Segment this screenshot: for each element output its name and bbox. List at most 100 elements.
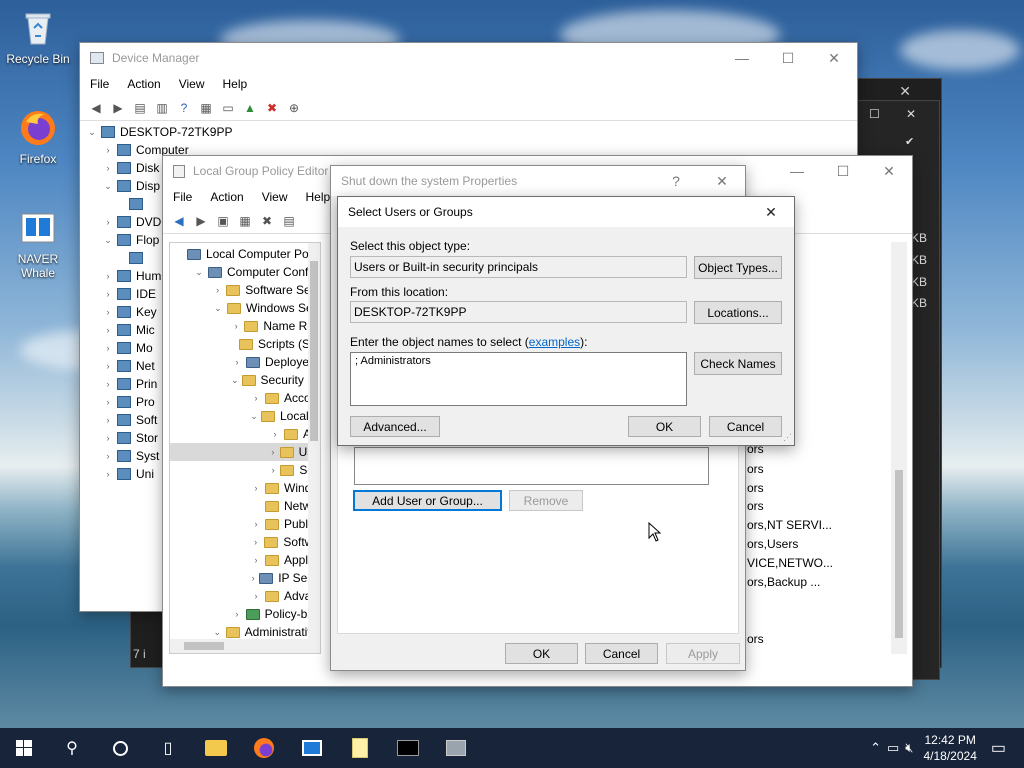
notifications-icon[interactable]: ▭: [991, 738, 1006, 758]
policy-setting-value[interactable]: ors: [747, 481, 764, 495]
chevron-right-icon[interactable]: ›: [102, 163, 114, 173]
chevron-right-icon[interactable]: ›: [102, 289, 114, 299]
chevron-right-icon[interactable]: ›: [102, 145, 114, 155]
policy-setting-value[interactable]: ors,NT SERVI...: [747, 518, 832, 532]
ok-button[interactable]: OK: [628, 416, 701, 437]
chevron-right-icon[interactable]: ›: [102, 217, 114, 227]
menu-action[interactable]: Action: [210, 190, 243, 204]
right-scrollbar[interactable]: [891, 242, 907, 654]
chevron-right-icon[interactable]: ›: [269, 447, 277, 457]
menu-file[interactable]: File: [90, 77, 109, 91]
policy-tree-item[interactable]: › Policy-bas: [170, 605, 320, 623]
tree-hscrollbar[interactable]: [170, 639, 320, 653]
chevron-down-icon[interactable]: ⌄: [102, 235, 114, 246]
policy-tree-item[interactable]: ›Use: [170, 443, 320, 461]
menu-help[interactable]: Help: [223, 77, 248, 91]
chevron-down-icon[interactable]: ⌄: [193, 267, 205, 278]
chevron-down-icon[interactable]: ⌄: [86, 127, 98, 138]
network-icon[interactable]: ▭: [887, 740, 899, 756]
show-hidden-icons[interactable]: ⌃: [870, 740, 881, 756]
chevron-right-icon[interactable]: ›: [231, 321, 241, 331]
menu-view[interactable]: View: [179, 77, 205, 91]
resize-grip-icon[interactable]: ⋰: [783, 432, 792, 443]
taskbar-firefox[interactable]: [240, 728, 288, 768]
taskbar-notepad[interactable]: [336, 728, 384, 768]
policy-tree-item[interactable]: › Deployed: [170, 353, 320, 371]
cancel-button[interactable]: Cancel: [709, 416, 782, 437]
close-icon[interactable]: ✕: [906, 107, 916, 121]
taskbar-naver-whale[interactable]: [288, 728, 336, 768]
back-icon[interactable]: ◀: [171, 213, 187, 229]
policy-tree-item[interactable]: ⌄ Local P: [170, 407, 320, 425]
taskbar-terminal[interactable]: [384, 728, 432, 768]
chevron-right-icon[interactable]: ›: [250, 537, 261, 547]
add-user-or-group-button[interactable]: Add User or Group...: [353, 490, 502, 511]
chevron-right-icon[interactable]: ›: [102, 469, 114, 479]
chevron-right-icon[interactable]: ›: [269, 429, 281, 439]
policy-tree-item[interactable]: ⌄ Computer Config: [170, 263, 320, 281]
chevron-right-icon[interactable]: ›: [102, 325, 114, 335]
check-names-button[interactable]: Check Names: [694, 352, 782, 375]
chevron-right-icon[interactable]: ›: [102, 379, 114, 389]
ok-button[interactable]: OK: [505, 643, 578, 664]
chevron-down-icon[interactable]: ⌄: [250, 411, 258, 422]
chevron-down-icon[interactable]: ⌄: [231, 375, 239, 386]
desktop-icon-firefox[interactable]: Firefox: [0, 108, 76, 166]
chevron-right-icon[interactable]: ›: [250, 483, 262, 493]
start-button[interactable]: [0, 728, 48, 768]
policy-tree-item[interactable]: › Windo: [170, 479, 320, 497]
delete-icon[interactable]: ✖: [259, 213, 275, 229]
apply-button[interactable]: Apply: [666, 643, 740, 664]
menu-view[interactable]: View: [262, 190, 288, 204]
policy-tree-item[interactable]: ⌄ Security Se: [170, 371, 320, 389]
policy-setting-value[interactable]: ors: [747, 632, 764, 646]
close-button[interactable]: ✕: [748, 197, 794, 227]
policy-tree-item[interactable]: › Public: [170, 515, 320, 533]
uninstall-icon[interactable]: ✖: [264, 100, 280, 116]
object-types-button[interactable]: Object Types...: [694, 256, 782, 279]
taskbar-file-explorer[interactable]: [192, 728, 240, 768]
policy-tree-item[interactable]: ›Au: [170, 425, 320, 443]
maximize-button[interactable]: ☐: [765, 43, 811, 73]
remove-button[interactable]: Remove: [509, 490, 583, 511]
chevron-right-icon[interactable]: ›: [102, 271, 114, 281]
chevron-right-icon[interactable]: ›: [231, 609, 243, 619]
close-button[interactable]: ✕: [866, 156, 912, 186]
advanced-button[interactable]: Advanced...: [350, 416, 440, 437]
examples-link[interactable]: examples: [529, 335, 580, 349]
chevron-right-icon[interactable]: ›: [102, 433, 114, 443]
chevron-right-icon[interactable]: ›: [102, 343, 114, 353]
policy-setting-value[interactable]: VICE,NETWO...: [747, 556, 833, 570]
policy-tree-item[interactable]: › IP Secu: [170, 569, 320, 587]
policy-tree-item[interactable]: › Name Res: [170, 317, 320, 335]
menu-action[interactable]: Action: [127, 77, 160, 91]
policy-setting-value[interactable]: ors: [747, 462, 764, 476]
policy-setting-value[interactable]: ors: [747, 499, 764, 513]
up-folder-icon[interactable]: ▣: [215, 213, 231, 229]
desktop-icon-recycle-bin[interactable]: Recycle Bin: [0, 8, 76, 66]
properties-icon[interactable]: ▤: [132, 100, 148, 116]
policy-tree-item[interactable]: › Accou: [170, 389, 320, 407]
policy-tree-item[interactable]: Netwo: [170, 497, 320, 515]
chevron-right-icon[interactable]: ›: [102, 361, 114, 371]
policy-tree-item[interactable]: Scripts (Sta: [170, 335, 320, 353]
taskbar-device-manager[interactable]: [432, 728, 480, 768]
chevron-right-icon[interactable]: ›: [269, 465, 277, 475]
close-button[interactable]: ✕: [811, 43, 857, 73]
maximize-button[interactable]: ☐: [820, 156, 866, 186]
cancel-button[interactable]: Cancel: [585, 643, 658, 664]
back-icon[interactable]: ◀: [88, 100, 104, 116]
close-button[interactable]: ✕: [699, 166, 745, 196]
tree-scrollbar[interactable]: [308, 243, 320, 653]
menu-help[interactable]: Help: [306, 190, 331, 204]
details-icon[interactable]: ▦: [198, 100, 214, 116]
chevron-right-icon[interactable]: ›: [102, 451, 114, 461]
minimize-button[interactable]: —: [774, 156, 820, 186]
update-driver-icon[interactable]: ▲: [242, 100, 258, 116]
chevron-right-icon[interactable]: ›: [250, 555, 262, 565]
policy-tree-item[interactable]: › Applic: [170, 551, 320, 569]
chevron-right-icon[interactable]: ›: [102, 397, 114, 407]
task-view-button[interactable]: ▯: [144, 728, 192, 768]
policy-tree-item[interactable]: ›Sec: [170, 461, 320, 479]
tree-root[interactable]: ⌄ DESKTOP-72TK9PP: [86, 123, 851, 141]
